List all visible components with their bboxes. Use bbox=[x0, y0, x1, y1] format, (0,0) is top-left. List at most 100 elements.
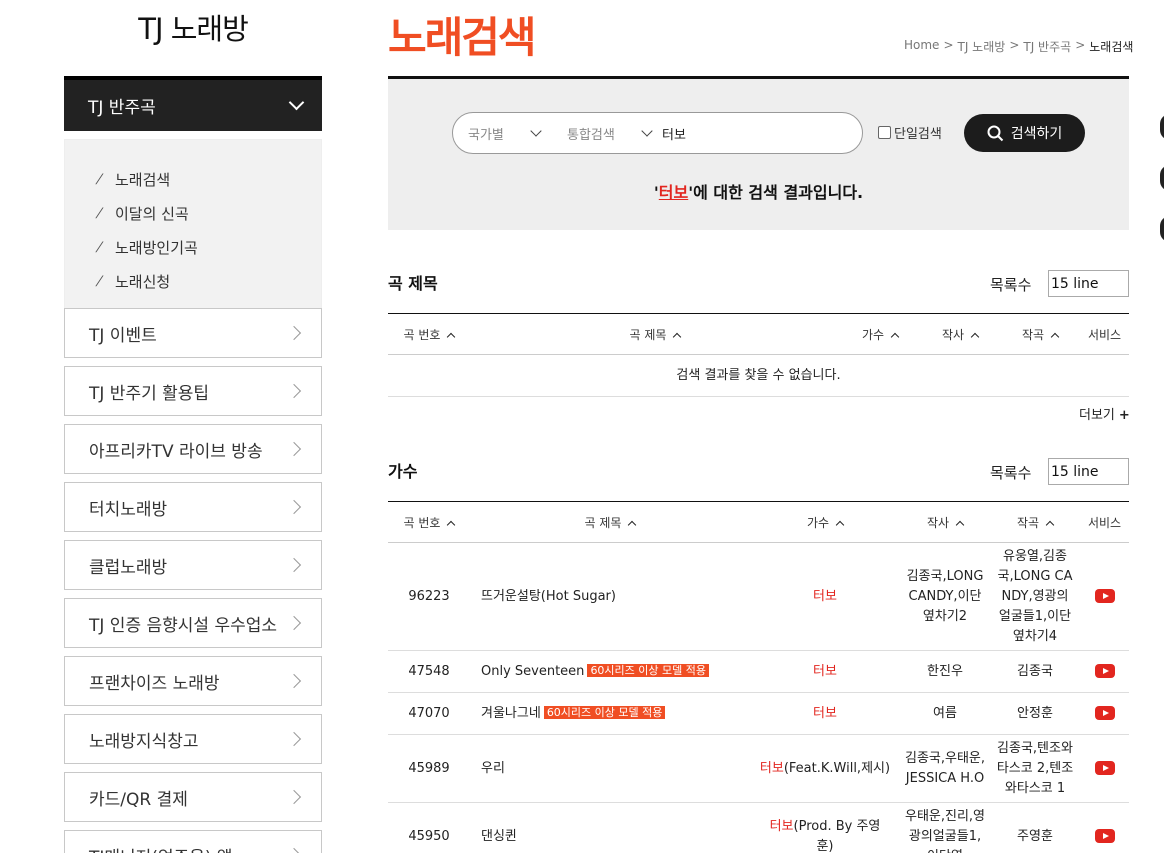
breadcrumb-tj[interactable]: TJ 노래방 bbox=[958, 38, 1006, 55]
checkbox-icon[interactable] bbox=[878, 126, 891, 139]
singer-count-select[interactable]: 15 line bbox=[1048, 458, 1129, 485]
youtube-icon[interactable] bbox=[1094, 829, 1115, 843]
sidebar-item-tj-accompaniment[interactable]: TJ 반주곡 bbox=[64, 80, 322, 131]
song-title-link[interactable]: 댄싱퀸 bbox=[470, 802, 750, 853]
singer-section-title: 가수 bbox=[388, 462, 418, 481]
singer-table: 곡 번호 곡 제목 가수 작사 작곡 서비스 96223 뜨거운설탕(Hot S… bbox=[388, 501, 1129, 853]
song-count-label: 목록수 bbox=[990, 276, 1032, 294]
single-search-checkbox[interactable]: 단일검색 bbox=[878, 123, 942, 142]
singer-count-label: 목록수 bbox=[990, 464, 1032, 482]
sidebar-item-touch[interactable]: 터치노래방 bbox=[64, 482, 322, 532]
singer-link[interactable]: 터보 bbox=[750, 542, 900, 651]
sidebar-item-payment[interactable]: 카드/QR 결제 bbox=[64, 772, 322, 822]
slash-icon: / bbox=[94, 239, 105, 255]
col-service: 서비스 bbox=[1080, 501, 1129, 543]
col-title[interactable]: 곡 제목 bbox=[470, 313, 840, 355]
sort-up-icon[interactable] bbox=[890, 332, 900, 341]
sidebar-item-event[interactable]: TJ 이벤트 bbox=[64, 308, 322, 358]
sidebar-item-certified[interactable]: TJ 인증 음향시설 우수업소 bbox=[64, 598, 322, 648]
sort-up-icon[interactable] bbox=[835, 520, 845, 529]
singer-link[interactable]: 터보(Prod. By 주영훈) bbox=[750, 802, 900, 853]
sort-up-icon[interactable] bbox=[1050, 332, 1060, 341]
more-button[interactable]: 더보기 + bbox=[1079, 404, 1130, 423]
search-icon bbox=[987, 125, 1003, 141]
result-keyword: 터보 bbox=[658, 183, 689, 202]
chevron-down-icon bbox=[641, 124, 653, 137]
submenu-new-songs[interactable]: / 이달의 신곡 bbox=[94, 196, 321, 230]
sidebar-item-knowledge[interactable]: 노래방지식창고 bbox=[64, 714, 322, 764]
singer-link[interactable]: 터보 bbox=[750, 650, 900, 693]
youtube-icon[interactable] bbox=[1094, 589, 1115, 603]
song-title-link[interactable]: Only Seventeen 60시리즈 이상 모델 적용 bbox=[470, 650, 750, 693]
sort-up-icon[interactable] bbox=[447, 520, 456, 529]
search-bar: 국가별 통합검색 터보 bbox=[452, 112, 863, 154]
sidebar-item-tips[interactable]: TJ 반주기 활용팁 bbox=[64, 366, 322, 416]
floating-button[interactable] bbox=[1160, 216, 1164, 242]
sidebar-item-club[interactable]: 클럽노래방 bbox=[64, 540, 322, 590]
sidebar-item-label: TJ 반주곡 bbox=[88, 98, 156, 118]
slash-icon: / bbox=[94, 205, 105, 221]
floating-button[interactable] bbox=[1160, 114, 1164, 140]
youtube-icon[interactable] bbox=[1094, 761, 1115, 775]
sort-up-icon[interactable] bbox=[1045, 520, 1055, 529]
breadcrumb: Home > TJ 노래방 > TJ 반주곡 > 노래검색 bbox=[904, 38, 1134, 55]
sidebar-item-manager-app[interactable]: TJ매니저(업주용) 앱 bbox=[64, 830, 322, 853]
search-type-select[interactable]: 통합검색 bbox=[566, 124, 662, 143]
sort-up-icon[interactable] bbox=[970, 332, 980, 341]
country-select[interactable]: 국가별 bbox=[453, 124, 566, 143]
search-button[interactable]: 검색하기 bbox=[964, 114, 1085, 152]
submenu-song-search[interactable]: / 노래검색 bbox=[94, 162, 321, 196]
sidebar-submenu: / 노래검색 / 이달의 신곡 / 노래방인기곡 / 노래신청 bbox=[64, 139, 322, 309]
chevron-right-icon bbox=[286, 383, 302, 399]
sidebar-open-menu: TJ 반주곡 / 노래검색 / 이달의 신곡 / 노래방인기곡 / 노래신청 bbox=[64, 76, 322, 309]
chevron-right-icon bbox=[286, 325, 302, 341]
col-number[interactable]: 곡 번호 bbox=[388, 501, 470, 543]
sidebar-item-franchise[interactable]: 프랜차이즈 노래방 bbox=[64, 656, 322, 706]
table-row: 47548 Only Seventeen 60시리즈 이상 모델 적용 터보 한진… bbox=[388, 650, 1129, 693]
chevron-right-icon bbox=[286, 499, 302, 515]
col-lyricist[interactable]: 작사 bbox=[900, 501, 990, 543]
col-singer[interactable]: 가수 bbox=[750, 501, 900, 543]
breadcrumb-home[interactable]: Home bbox=[904, 38, 939, 55]
col-title[interactable]: 곡 제목 bbox=[470, 501, 750, 543]
breadcrumb-accompaniment[interactable]: TJ 반주곡 bbox=[1023, 38, 1071, 55]
song-title-link[interactable]: 뜨거운설탕(Hot Sugar) bbox=[470, 542, 750, 651]
sidebar-item-afreecatv[interactable]: 아프리카TV 라이브 방송 bbox=[64, 424, 322, 474]
chevron-right-icon bbox=[286, 731, 302, 747]
chevron-right-icon bbox=[286, 789, 302, 805]
youtube-icon[interactable] bbox=[1094, 664, 1115, 678]
empty-message: 검색 결과를 찾을 수 없습니다. bbox=[388, 354, 1129, 397]
song-title-link[interactable]: 우리 bbox=[470, 734, 750, 803]
chevron-right-icon bbox=[286, 847, 302, 853]
search-input[interactable]: 터보 bbox=[662, 124, 686, 143]
singer-link[interactable]: 터보 bbox=[750, 692, 900, 735]
plus-icon: + bbox=[1118, 408, 1130, 423]
sort-up-icon[interactable] bbox=[955, 520, 965, 529]
chevron-right-icon bbox=[286, 615, 302, 631]
chevron-down-icon bbox=[530, 124, 542, 137]
submenu-popular[interactable]: / 노래방인기곡 bbox=[94, 230, 321, 264]
col-number[interactable]: 곡 번호 bbox=[388, 313, 470, 355]
search-panel: 국가별 통합검색 터보 단일검색 검색하기 '터보'에 대한 검색 결과입니다. bbox=[388, 76, 1129, 230]
sort-up-icon[interactable] bbox=[628, 520, 637, 529]
singer-link[interactable]: 터보(Feat.K.Will,제시) bbox=[750, 734, 900, 803]
col-lyricist[interactable]: 작사 bbox=[920, 313, 1000, 355]
col-composer[interactable]: 작곡 bbox=[1000, 313, 1080, 355]
song-table: 곡 번호 곡 제목 가수 작사 작곡 서비스 검색 결과를 찾을 수 없습니다. bbox=[388, 313, 1129, 397]
chevron-down-icon bbox=[288, 94, 305, 111]
breadcrumb-current: 노래검색 bbox=[1089, 40, 1134, 54]
model-badge: 60시리즈 이상 모델 적용 bbox=[543, 705, 666, 719]
youtube-icon[interactable] bbox=[1094, 706, 1115, 720]
song-count-select[interactable]: 15 line bbox=[1048, 270, 1129, 297]
floating-button[interactable] bbox=[1160, 165, 1164, 191]
col-singer[interactable]: 가수 bbox=[840, 313, 920, 355]
table-row: 45989 우리 터보(Feat.K.Will,제시) 김종국,우태운,JESS… bbox=[388, 734, 1129, 803]
chevron-right-icon bbox=[286, 557, 302, 573]
sort-up-icon[interactable] bbox=[447, 332, 456, 341]
song-title-link[interactable]: 겨울나그네 60시리즈 이상 모델 적용 bbox=[470, 692, 750, 735]
submenu-request[interactable]: / 노래신청 bbox=[94, 264, 321, 298]
sort-up-icon[interactable] bbox=[673, 332, 682, 341]
col-composer[interactable]: 작곡 bbox=[990, 501, 1080, 543]
col-service: 서비스 bbox=[1080, 313, 1129, 355]
search-result-message: '터보'에 대한 검색 결과입니다. bbox=[653, 183, 864, 202]
